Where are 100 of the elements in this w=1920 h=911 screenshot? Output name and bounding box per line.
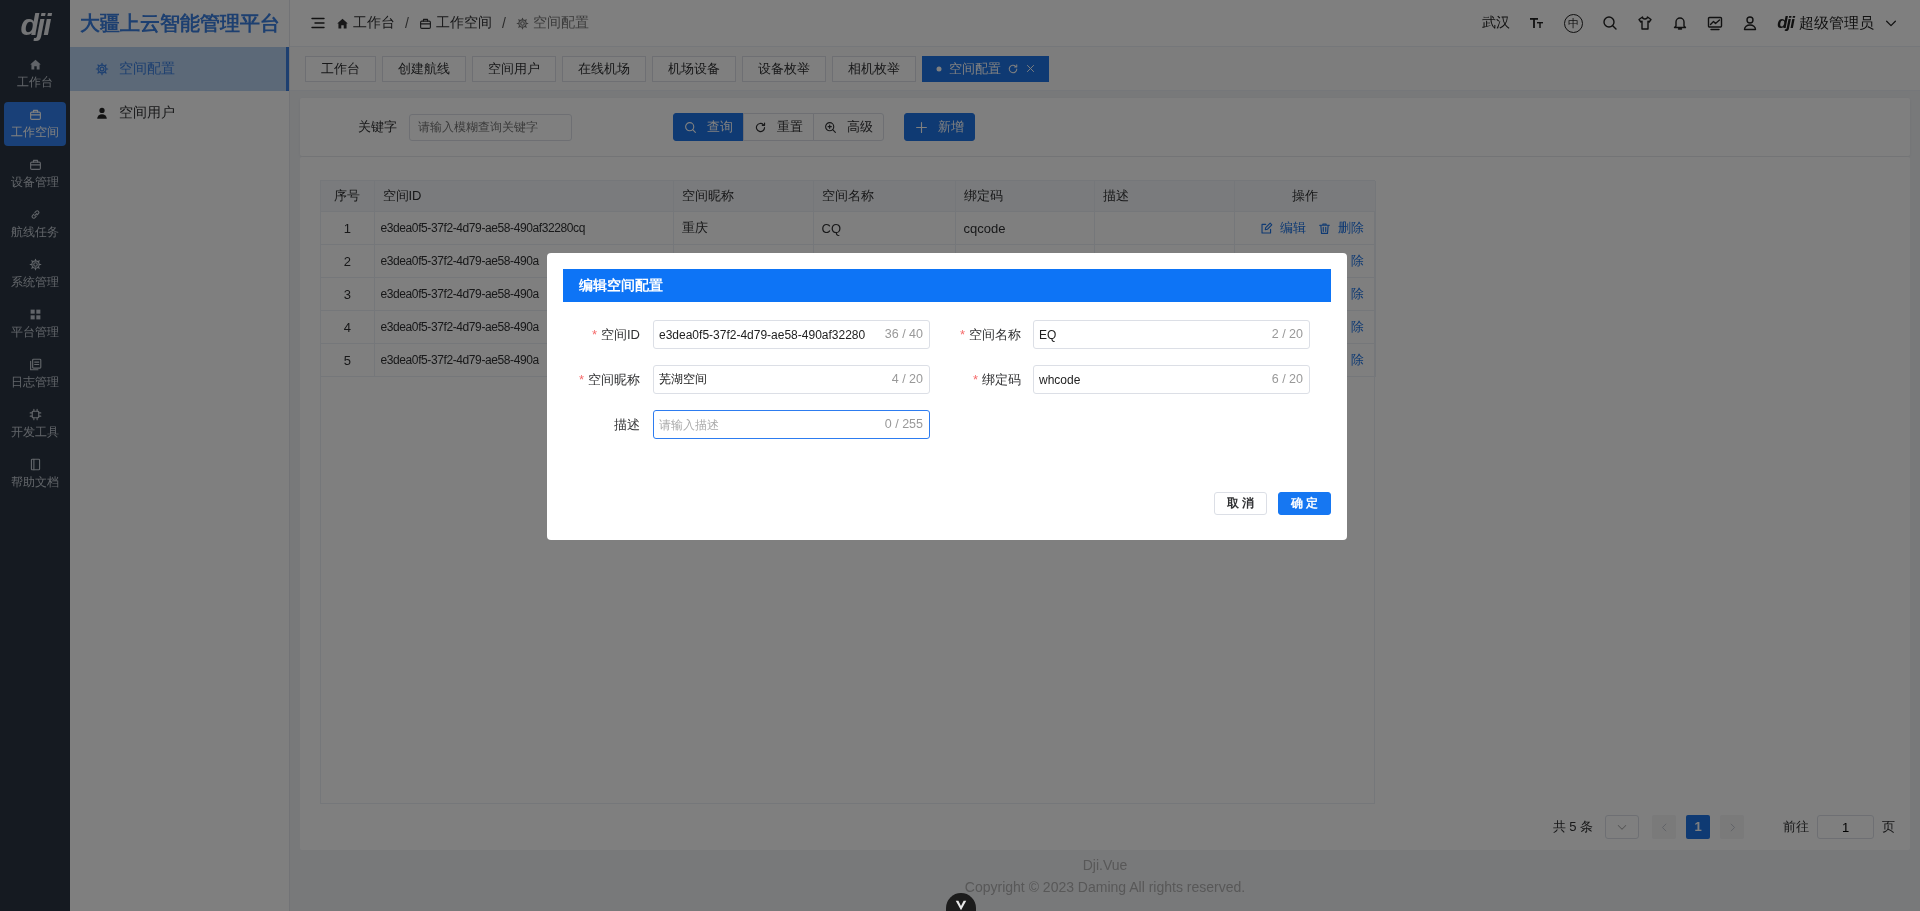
close-icon (1025, 63, 1036, 74)
home-icon (336, 16, 349, 30)
user-menu[interactable]: 超级管理员 (1799, 13, 1898, 33)
advanced-button[interactable]: 高级 (813, 113, 884, 141)
dot-icon (935, 64, 943, 73)
nav-item[interactable]: 开发工具 (4, 402, 66, 446)
page-number[interactable]: 1 (1686, 815, 1710, 839)
table-cell: 2 (321, 244, 374, 278)
search-icon (684, 120, 697, 134)
table-cell: CQ (813, 211, 955, 245)
menu-icon[interactable] (310, 15, 326, 31)
breadcrumb-separator: / (501, 15, 506, 31)
briefcase-icon (28, 107, 42, 121)
field-label: 空间名称 (969, 325, 1021, 344)
tab[interactable]: 在线机场 (562, 55, 646, 82)
column-header: 操作 (1234, 181, 1375, 212)
tab[interactable]: 设备枚举 (742, 55, 826, 82)
table-cell: 5 (321, 343, 374, 377)
city-name[interactable]: 武汉 (1482, 14, 1511, 32)
tab[interactable]: 空间用户 (472, 55, 556, 82)
page-input[interactable]: 1 (1817, 815, 1874, 839)
required-mark: * (591, 327, 597, 342)
breadcrumb-link[interactable]: 工作空间 (418, 14, 492, 32)
search-field[interactable]: 请输入模糊查询关键字 (409, 113, 572, 141)
search-button[interactable]: 查询 (673, 113, 744, 141)
link-icon (28, 207, 42, 221)
refresh-icon (754, 120, 767, 134)
documents-icon (28, 357, 42, 371)
table-cell: 重庆 (673, 211, 813, 245)
settings-icon (28, 257, 42, 271)
user-icon[interactable] (1742, 15, 1759, 31)
nav-item[interactable]: 工作空间 (4, 102, 66, 146)
settings-icon (515, 16, 529, 30)
refresh-icon (1007, 62, 1019, 75)
zoom-in-icon (824, 120, 837, 134)
tab[interactable]: 相机枚举 (832, 55, 916, 82)
nav-item[interactable]: 日志管理 (4, 352, 66, 396)
delete-link[interactable]: 删除 (1317, 219, 1364, 237)
character-count: 4 / 20 (891, 372, 923, 387)
required-mark: * (972, 372, 978, 387)
field-label: 关键字 (358, 118, 397, 136)
field-label: 绑定码 (982, 370, 1021, 389)
sidebar-item[interactable]: 空间用户 (70, 91, 289, 135)
cancel-button[interactable]: 取 消 (1214, 492, 1267, 515)
nav-item[interactable]: 工作台 (4, 52, 66, 96)
character-count: 0 / 255 (884, 417, 923, 432)
bell-icon[interactable] (1672, 15, 1689, 31)
table-cell: cqcode (955, 211, 1094, 245)
text-size-icon[interactable] (1529, 15, 1546, 31)
field-label: 空间ID (601, 325, 640, 344)
column-header: 描述 (1094, 181, 1234, 212)
edit-link[interactable]: 编辑 (1259, 219, 1306, 237)
breadcrumb-separator: / (405, 15, 409, 31)
goto-label: 前往 (1783, 818, 1809, 836)
character-count: 6 / 20 (1271, 372, 1303, 387)
search-icon[interactable] (1602, 15, 1619, 31)
column-header: 空间名称 (813, 181, 955, 212)
delete-link[interactable]: 除 (1350, 285, 1364, 303)
column-header: 绑定码 (955, 181, 1094, 212)
chart-monitor-icon[interactable] (1707, 15, 1724, 31)
home-icon (28, 57, 42, 71)
tab[interactable]: 空间配置 (922, 55, 1049, 82)
tab[interactable]: 工作台 (305, 55, 376, 82)
tab[interactable]: 机场设备 (652, 55, 736, 82)
column-header: 序号 (321, 181, 374, 212)
page-label: 页 (1882, 818, 1895, 836)
character-count: 36 / 40 (884, 327, 923, 342)
column-header: 空间昵称 (673, 181, 813, 212)
nav-item[interactable]: 设备管理 (4, 152, 66, 196)
table-cell: 1 (321, 211, 374, 245)
book-icon (28, 457, 42, 471)
settings-icon (95, 62, 109, 76)
edit-icon (1259, 221, 1273, 235)
briefcase-icon (418, 16, 432, 30)
character-count: 2 / 20 (1271, 327, 1303, 342)
tab[interactable]: 创建航线 (382, 55, 466, 82)
table-cell: 3 (321, 277, 374, 311)
add-button[interactable]: 新增 (904, 113, 975, 141)
breadcrumb-link[interactable]: 工作台 (336, 14, 395, 32)
delete-link[interactable]: 除 (1350, 318, 1364, 336)
field-label: 描述 (614, 415, 640, 434)
floating-button[interactable] (946, 893, 976, 911)
nav-item[interactable]: 系统管理 (4, 252, 66, 296)
table-cell: 4 (321, 310, 374, 344)
logo: dji (1777, 13, 1794, 33)
total-count: 共 5 条 (1552, 818, 1593, 836)
app-title: 大疆上云智能管理平台 (78, 11, 281, 36)
nav-item[interactable]: 航线任务 (4, 202, 66, 246)
shirt-icon[interactable] (1637, 15, 1654, 31)
required-mark: * (959, 327, 965, 342)
delete-link[interactable]: 除 (1350, 351, 1364, 369)
dialog-title: 编辑空间配置 (563, 269, 1331, 302)
chevron-icon (954, 898, 968, 911)
briefcase-icon (28, 157, 42, 171)
trash-icon (1317, 221, 1331, 235)
reset-button[interactable]: 重置 (743, 113, 814, 141)
delete-link[interactable]: 除 (1350, 252, 1364, 270)
confirm-button[interactable]: 确 定 (1278, 492, 1331, 515)
nav-item[interactable]: 平台管理 (4, 302, 66, 346)
nav-item[interactable]: 帮助文档 (4, 452, 66, 496)
